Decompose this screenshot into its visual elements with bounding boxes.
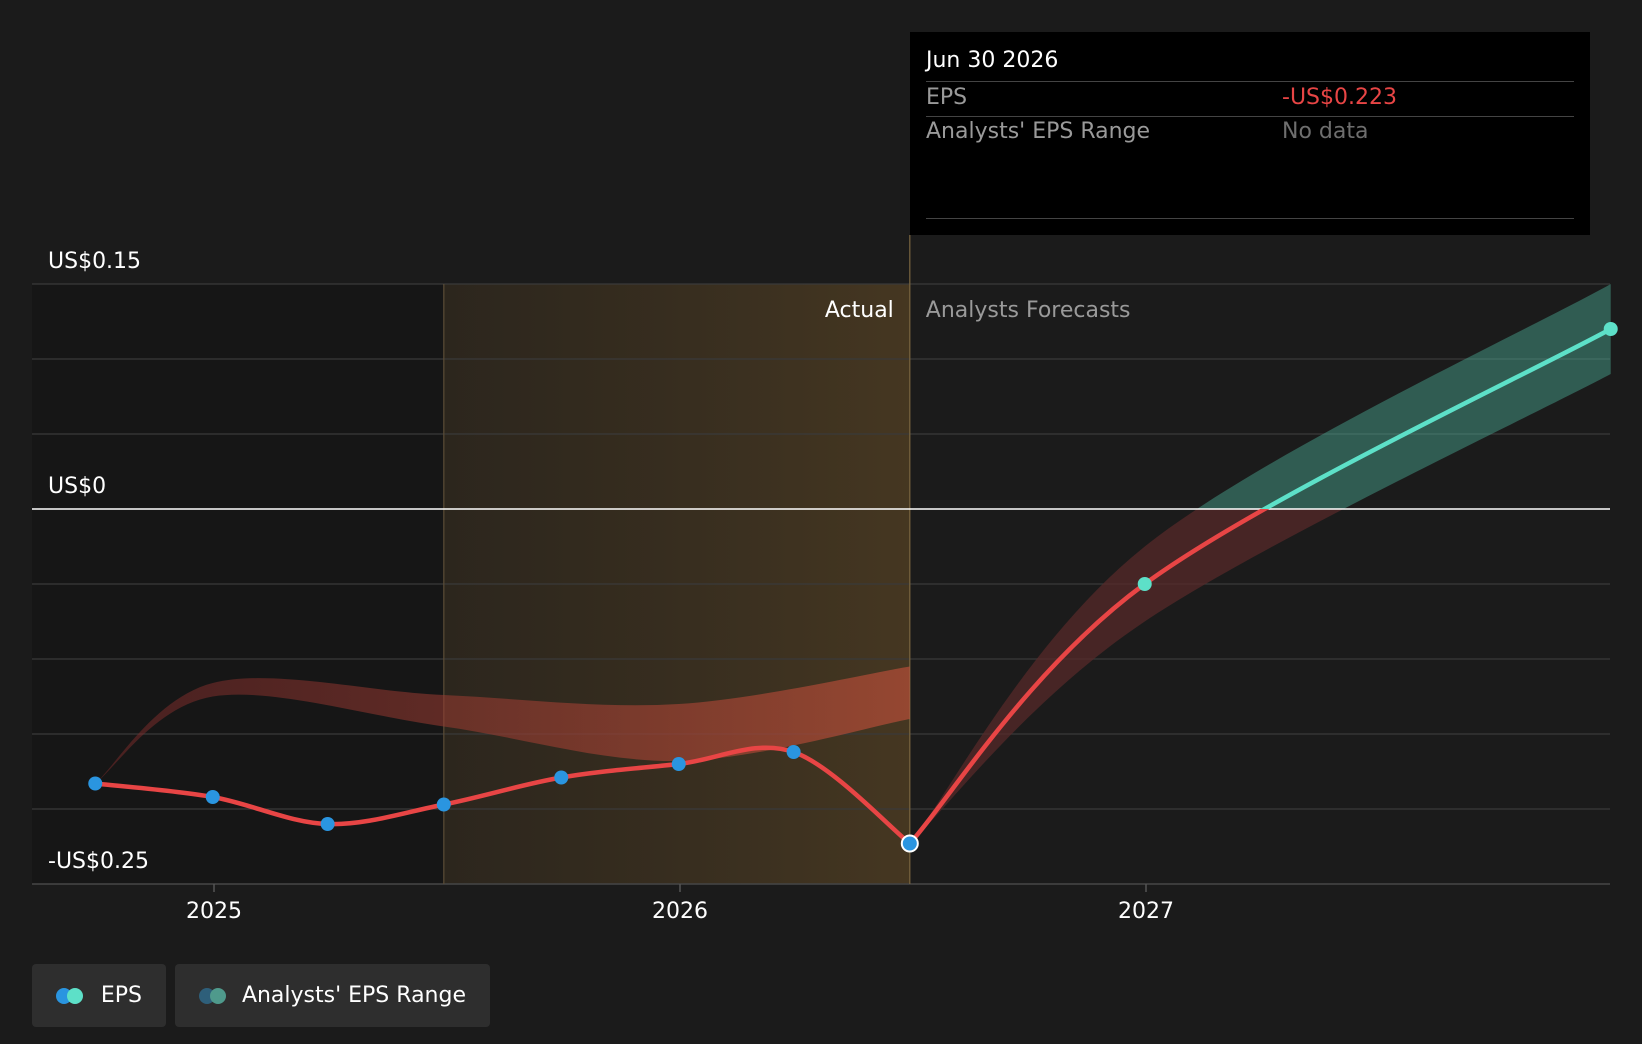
tooltip-divider <box>926 81 1574 82</box>
eps-actual-point <box>88 776 103 791</box>
legend-label-eps: EPS <box>100 983 142 1008</box>
tooltip: Jun 30 2026 EPS -US$0.223 Analysts' EPS … <box>910 32 1590 235</box>
x-tick-label: 2027 <box>1118 899 1174 924</box>
eps-actual-point <box>786 745 801 759</box>
x-tick-label: 2025 <box>186 899 242 924</box>
tooltip-divider <box>926 116 1574 117</box>
y-tick-label: US$0 <box>48 474 106 499</box>
legend: EPS Analysts' EPS Range <box>32 964 490 1027</box>
legend-label-eps-range: Analysts' EPS Range <box>241 983 466 1008</box>
eps-actual-point <box>436 797 451 812</box>
eps-forecast-point <box>1137 577 1152 591</box>
eps-range-band-positive <box>1197 284 1611 509</box>
eps-actual-point <box>554 770 569 785</box>
tooltip-divider <box>926 218 1574 219</box>
tooltip-eps-value: -US$0.223 <box>1282 85 1397 110</box>
eps-forecast-point <box>1603 322 1618 336</box>
y-tick-label: US$0.15 <box>48 249 141 274</box>
legend-item-eps-range[interactable]: Analysts' EPS Range <box>175 964 490 1027</box>
forecast-region-label: Analysts Forecasts <box>926 298 1131 323</box>
eps-swatch-icon <box>56 987 89 1005</box>
y-tick-label: -US$0.25 <box>48 849 149 874</box>
actual-region-label: Actual <box>825 298 894 323</box>
eps-actual-point <box>320 817 335 831</box>
eps-range-swatch-icon <box>199 987 230 1005</box>
eps-actual-point <box>900 834 919 853</box>
legend-item-eps[interactable]: EPS <box>32 964 166 1027</box>
tooltip-range-value: No data <box>1282 119 1369 144</box>
x-tick-label: 2026 <box>652 899 708 924</box>
tooltip-eps-label: EPS <box>926 85 968 110</box>
tooltip-range-label: Analysts' EPS Range <box>926 119 1151 144</box>
eps-actual-point <box>671 757 686 771</box>
eps-actual-point <box>205 790 220 804</box>
tooltip-date: Jun 30 2026 <box>926 48 1059 73</box>
